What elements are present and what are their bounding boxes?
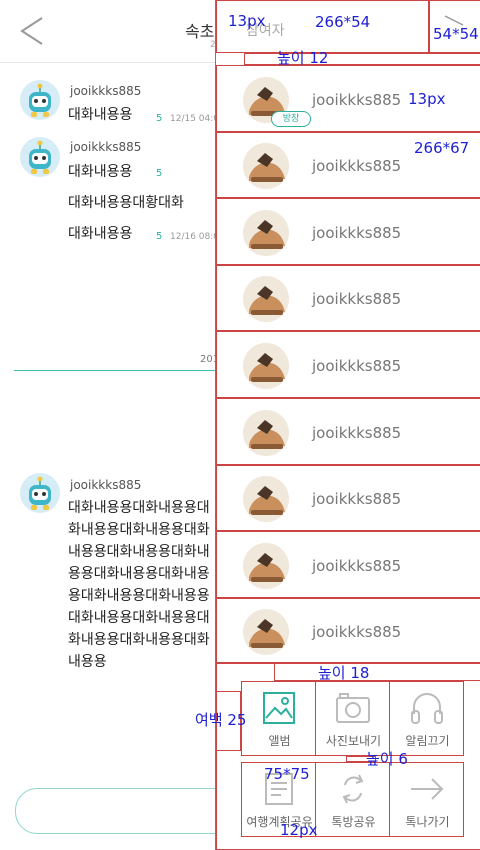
action-label: 톡방공유 (331, 815, 376, 829)
message-text: 대화내용용대화내용용대화내용용대화내용용대화내용용대화내용용대화내용용대화내용용… (68, 500, 210, 670)
message-text: 대화내용용대황대화 (68, 195, 184, 211)
spacer-guide (274, 663, 480, 681)
member-avatar (243, 343, 289, 389)
robot-avatar[interactable] (20, 473, 60, 513)
host-badge: 방장 (271, 111, 311, 127)
image-button[interactable]: 앨범 (241, 681, 316, 756)
annotation-label: 75*75 (264, 765, 310, 783)
sender-name: jooikkks885 (70, 478, 142, 492)
share-button[interactable]: 톡방공유 (315, 762, 390, 837)
headphones-icon (411, 693, 443, 724)
arrow-right-button[interactable]: 톡나가기 (389, 762, 464, 837)
member-row[interactable]: jooikkks885 (216, 531, 480, 598)
annotation-label: 높이 18 (318, 664, 370, 682)
annotation-label: 13px (228, 12, 266, 30)
action-label: 알림끄기 (405, 734, 450, 748)
annotation-label: 266*67 (414, 139, 470, 157)
message-text: 대화내용용 (68, 226, 133, 242)
annotation-label: 13px (408, 90, 446, 108)
member-row[interactable]: jooikkks885 (216, 598, 480, 663)
unread-count: 5 (156, 113, 163, 124)
room-title: 속초 (185, 22, 215, 41)
member-name: jooikkks885 (312, 557, 402, 575)
member-row[interactable]: jooikkks885 (216, 198, 480, 265)
annotation-label: 높이 6 (366, 750, 408, 768)
headphones-button[interactable]: 알림끄기 (389, 681, 464, 756)
member-name: jooikkks885 (312, 290, 402, 308)
sender-name: jooikkks885 (70, 84, 142, 98)
participants-drawer: 참여자 jooikkks885 방장 jooikkks885 jooikkks885 j… (215, 0, 480, 850)
member-name: jooikkks885 (312, 224, 402, 242)
action-label: 톡나가기 (405, 815, 450, 829)
member-row[interactable]: jooikkks885 (216, 398, 480, 465)
date-divider-line (14, 370, 219, 371)
image-icon (263, 692, 295, 724)
member-avatar (243, 210, 289, 256)
robot-avatar[interactable] (20, 137, 60, 177)
member-avatar (243, 476, 289, 522)
message-text: 대화내용용 (68, 164, 133, 180)
robot-icon (29, 140, 51, 174)
robot-avatar[interactable] (20, 80, 60, 120)
arrow-right-icon (411, 778, 444, 800)
annotation-label: 높이 12 (277, 49, 329, 67)
member-name: jooikkks885 (312, 424, 402, 442)
robot-icon (29, 476, 51, 510)
member-name: jooikkks885 (312, 357, 402, 375)
annotation-label: 266*54 (315, 13, 371, 31)
member-name: jooikkks885 (312, 490, 402, 508)
member-name: jooikkks885 (312, 91, 402, 109)
robot-icon (29, 83, 51, 117)
member-name: jooikkks885 (312, 623, 402, 641)
back-arrow-icon[interactable] (18, 16, 46, 46)
member-avatar (243, 543, 289, 589)
action-label: 앨범 (268, 734, 291, 748)
camera-button[interactable]: 사진보내기 (315, 681, 390, 756)
unread-count: 5 (156, 231, 163, 242)
member-avatar (243, 143, 289, 189)
sender-name: jooikkks885 (70, 140, 142, 154)
unread-count: 5 (156, 168, 163, 179)
member-row[interactable]: jooikkks885 (216, 465, 480, 531)
member-row[interactable]: jooikkks885 (216, 331, 480, 398)
member-row[interactable]: jooikkks885 (216, 265, 480, 331)
action-label: 사진보내기 (325, 734, 382, 748)
annotation-label: 여백 25 (195, 711, 247, 729)
annotation-label: 12px (280, 821, 318, 839)
member-name: jooikkks885 (312, 157, 402, 175)
member-avatar (243, 609, 289, 655)
member-avatar (243, 276, 289, 322)
share-icon (342, 774, 364, 804)
member-avatar (243, 410, 289, 456)
message-text: 대화내용용 (68, 107, 133, 123)
annotation-label: 54*54 (433, 25, 479, 43)
camera-icon (336, 693, 370, 723)
